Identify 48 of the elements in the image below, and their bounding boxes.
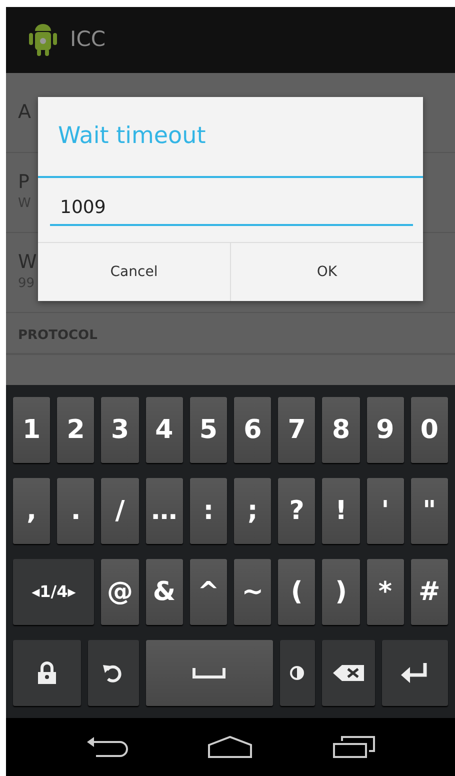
key[interactable]: : xyxy=(190,478,228,544)
dialog-button[interactable]: Cancel xyxy=(38,243,230,301)
key[interactable]: 4 xyxy=(146,397,183,463)
contrast-key[interactable] xyxy=(280,640,316,706)
backspace-key[interactable] xyxy=(322,640,376,706)
key[interactable]: 1 xyxy=(13,397,50,463)
key[interactable]: … xyxy=(146,478,183,544)
key[interactable]: 2 xyxy=(57,397,94,463)
backspace-icon xyxy=(332,663,366,683)
home-icon xyxy=(206,735,252,759)
space-icon xyxy=(192,667,226,679)
key[interactable]: & xyxy=(146,559,183,625)
dialog-button[interactable]: OK xyxy=(230,243,423,301)
lock-key[interactable] xyxy=(13,640,81,706)
input-field[interactable]: 1009 xyxy=(50,190,413,226)
lock-icon xyxy=(36,661,58,685)
key[interactable]: ; xyxy=(234,478,272,544)
key[interactable]: ) xyxy=(322,559,360,625)
key[interactable]: ( xyxy=(278,559,316,625)
key[interactable]: ? xyxy=(278,478,316,544)
key[interactable]: , xyxy=(13,478,50,544)
key[interactable]: 7 xyxy=(278,397,316,463)
undo-key[interactable] xyxy=(88,640,139,706)
key[interactable]: " xyxy=(410,478,448,544)
key[interactable]: 8 xyxy=(322,397,360,463)
key[interactable]: ' xyxy=(366,478,404,544)
symbols-page-key[interactable]: ◂1/4▸ xyxy=(13,559,94,625)
contrast-icon xyxy=(289,665,306,681)
robot-icon xyxy=(28,23,58,57)
key[interactable]: @ xyxy=(101,559,139,625)
key[interactable]: 5 xyxy=(190,397,228,463)
key[interactable]: 0 xyxy=(410,397,448,463)
enter-key[interactable] xyxy=(382,640,448,706)
recents-icon xyxy=(332,734,376,760)
key[interactable]: 6 xyxy=(234,397,272,463)
back-icon xyxy=(86,736,128,758)
key[interactable]: * xyxy=(366,559,404,625)
key[interactable]: ~ xyxy=(234,559,272,625)
key[interactable]: 3 xyxy=(101,397,139,463)
key[interactable]: 9 xyxy=(366,397,404,463)
app-title: ICC xyxy=(70,26,106,54)
key[interactable]: / xyxy=(101,478,139,544)
undo-icon xyxy=(102,662,124,684)
key[interactable]: ! xyxy=(322,478,360,544)
key[interactable]: # xyxy=(410,559,448,625)
key[interactable]: ^ xyxy=(190,559,228,625)
dialog-title: Wait timeout xyxy=(58,122,206,152)
key[interactable]: . xyxy=(57,478,94,544)
